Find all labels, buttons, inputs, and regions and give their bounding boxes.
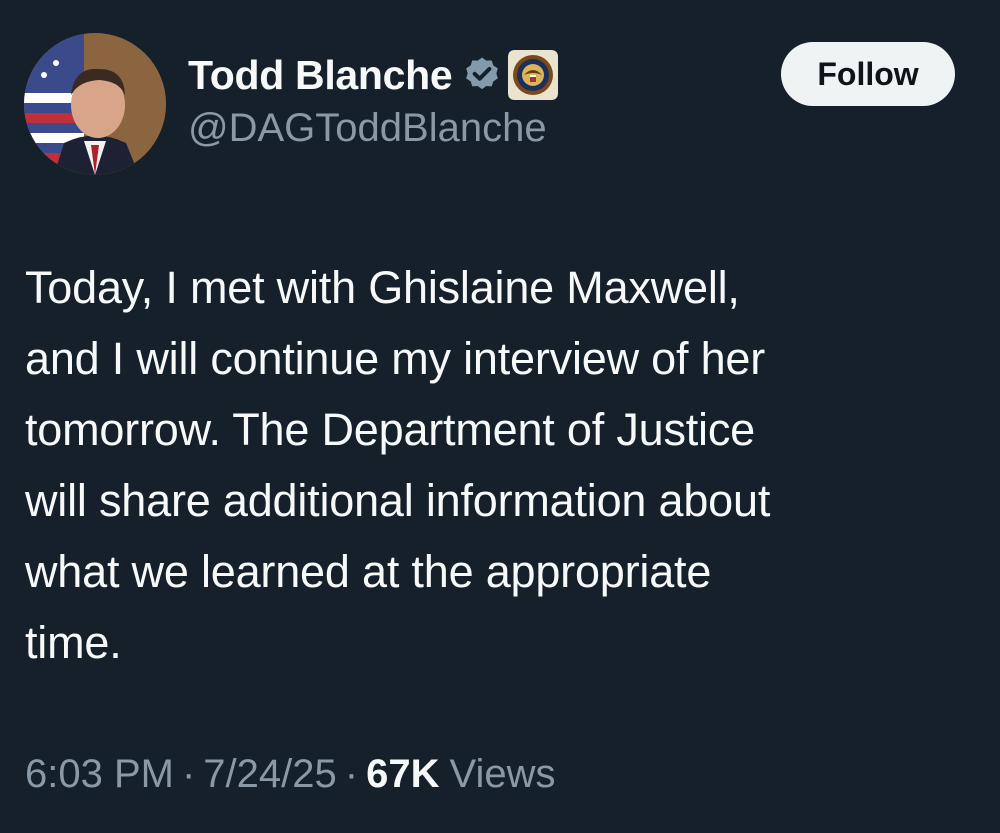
tweet-card: Todd Blanche @DAGToddBlanche Follow Toda…	[0, 0, 1000, 833]
handle[interactable]: @DAGToddBlanche	[188, 106, 558, 151]
tweet-meta: 6:03 PM · 7/24/25 · 67K Views	[25, 752, 555, 797]
views-count[interactable]: 67K	[366, 752, 439, 797]
tweet-text-line: tomorrow. The Department of Justice	[25, 404, 755, 455]
tweet-text-line: what we learned at the appropriate	[25, 546, 712, 597]
post-time[interactable]: 6:03 PM	[25, 752, 174, 797]
post-date[interactable]: 7/24/25	[203, 752, 336, 797]
tweet-text-line: time.	[25, 617, 122, 668]
meta-separator: ·	[181, 752, 196, 796]
avatar[interactable]	[24, 33, 166, 175]
views-label: Views	[449, 752, 556, 796]
tweet-text-line: Today, I met with Ghislaine Maxwell,	[25, 262, 740, 313]
follow-button[interactable]: Follow	[781, 42, 955, 106]
tweet-text: Today, I met with Ghislaine Maxwell, and…	[25, 252, 975, 678]
display-name[interactable]: Todd Blanche	[188, 52, 453, 99]
doj-seal-icon[interactable]	[508, 50, 559, 100]
author-info: Todd Blanche @DAGToddBlanche	[188, 48, 559, 151]
name-row: Todd Blanche	[188, 48, 559, 102]
meta-separator: ·	[344, 752, 359, 796]
tweet-text-line: will share additional information about	[25, 475, 771, 526]
verified-badge-icon[interactable]	[462, 55, 502, 95]
tweet-text-line: and I will continue my interview of her	[25, 333, 766, 384]
